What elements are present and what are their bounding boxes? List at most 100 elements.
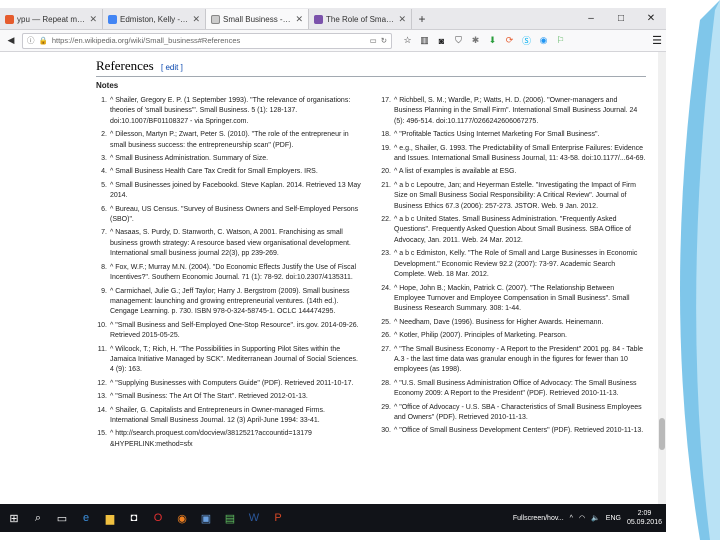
reference-text[interactable]: ^ Shailer, Gregory E. P. (1 September 19… xyxy=(110,96,362,127)
scrollbar[interactable] xyxy=(658,52,666,504)
references-heading: References [ edit ] xyxy=(96,58,646,77)
reference-number: 10. xyxy=(97,321,107,329)
reference-number: 7. xyxy=(101,229,107,237)
language-indicator[interactable]: ENG xyxy=(606,515,621,522)
app-icon[interactable]: ▤ xyxy=(220,508,240,528)
tab-1[interactable]: Edmiston, Kelly - The Role... ✕ xyxy=(103,9,206,29)
reference-text[interactable]: ^ Nasaas, S. Purdy, D. Stanworth, C. Wat… xyxy=(110,228,362,259)
close-button[interactable]: ✕ xyxy=(636,8,666,29)
menu-icon[interactable]: ☰ xyxy=(652,34,662,47)
reference-item: 28. ^ "U.S. Small Business Administration… xyxy=(380,379,646,400)
volume-icon[interactable]: 🔈 xyxy=(591,514,600,522)
reference-number: 14. xyxy=(97,406,107,414)
references-left-column: 1. ^ Shailer, Gregory E. P. (1 September … xyxy=(96,96,362,453)
library-icon[interactable]: ▥ xyxy=(419,35,430,46)
edit-section-link[interactable]: [ edit ] xyxy=(161,63,183,72)
info-icon[interactable]: ⓘ xyxy=(27,35,35,46)
translate-icon[interactable]: ⚐ xyxy=(555,35,566,46)
reference-text[interactable]: ^ Carmichael, Julie G.; Jeff Taylor; Har… xyxy=(110,287,362,318)
opera-icon[interactable]: O xyxy=(148,508,168,528)
reference-text[interactable]: ^ "Office of Small Business Development … xyxy=(394,426,646,436)
reload-icon[interactable]: ↻ xyxy=(381,36,387,45)
reference-text[interactable]: ^ e.g., Shailer, G. 1993. The Predictabi… xyxy=(394,144,646,165)
reference-list: 17. ^ Richbell, S. M.; Wardle, P.; Watts,… xyxy=(380,96,646,437)
scrollbar-thumb[interactable] xyxy=(659,418,665,450)
reference-text[interactable]: ^ "U.S. Small Business Administration Of… xyxy=(394,379,646,400)
reference-text[interactable]: ^ "The Small Business Economy - A Report… xyxy=(394,345,646,376)
sync-icon[interactable]: ⟳ xyxy=(504,35,515,46)
clock[interactable]: 2:09 05.09.2016 xyxy=(627,509,662,527)
reference-item: 17. ^ Richbell, S. M.; Wardle, P.; Watts,… xyxy=(380,96,646,127)
shield-icon[interactable]: ⛉ xyxy=(453,35,464,46)
reference-item: 18. ^ "Profitable Tactics Using Internet … xyxy=(380,130,646,140)
search-icon[interactable]: ⌕ xyxy=(28,508,48,528)
windows-icon[interactable]: ⊞ xyxy=(4,508,24,528)
reference-text[interactable]: ^ Needham, Dave (1996). Business for Hig… xyxy=(394,318,646,328)
reference-item: 4. ^ Small Business Health Care Tax Credi… xyxy=(96,167,362,177)
bookmark-star-icon[interactable]: ☆ xyxy=(402,35,413,46)
tab-2[interactable]: Small Business - Wikiped... ✕ xyxy=(206,9,309,29)
tab-close-icon[interactable]: ✕ xyxy=(89,14,97,25)
reference-text[interactable]: ^ a b c Edmiston, Kelly. "The Role of Sm… xyxy=(394,249,646,280)
reference-list: 1. ^ Shailer, Gregory E. P. (1 September … xyxy=(96,96,362,450)
system-tray: Fullscreen/hov... ^ ◠ 🔈 ENG 2:09 05.09.2… xyxy=(513,509,662,527)
file-explorer-icon[interactable]: ▆ xyxy=(100,508,120,528)
reference-item: 26. ^ Kotler, Philip (2007). Principles o… xyxy=(380,331,646,341)
reference-text[interactable]: ^ Dilesson, Martyn P.; Zwart, Peter S. (… xyxy=(110,130,362,151)
screenshot-icon[interactable]: ◉ xyxy=(538,35,549,46)
reference-text[interactable]: ^ Bureau, US Census. "Survey of Business… xyxy=(110,205,362,226)
url-bar[interactable]: ⓘ 🔒 https://en.wikipedia.org/wiki/Small_… xyxy=(22,32,392,49)
firefox-icon[interactable]: ◉ xyxy=(172,508,192,528)
reference-text[interactable]: ^ "Office of Advocacy - U.S. SBA - Chara… xyxy=(394,403,646,424)
reference-item: 15. ^ http://search.proquest.com/docview/… xyxy=(96,429,362,450)
app-icon[interactable]: ▣ xyxy=(196,508,216,528)
reference-text[interactable]: ^ "Small Business: The Art Of The Start"… xyxy=(110,392,362,402)
notes-label: Notes xyxy=(96,81,119,90)
word-icon[interactable]: W xyxy=(244,508,264,528)
references-heading-text: References xyxy=(96,58,154,73)
chevron-up-icon[interactable]: ^ xyxy=(570,515,573,522)
minimize-button[interactable]: – xyxy=(576,8,606,29)
download-icon[interactable]: ⬇ xyxy=(487,35,498,46)
clock-date: 05.09.2016 xyxy=(626,519,662,526)
reference-text[interactable]: ^ Small Business Health Care Tax Credit … xyxy=(110,167,362,177)
reference-number: 30. xyxy=(381,427,391,435)
reader-view-icon[interactable]: ▭ xyxy=(370,36,377,45)
tab-close-icon[interactable]: ✕ xyxy=(398,14,406,25)
edge-icon[interactable]: e xyxy=(76,508,96,528)
reference-number: 17. xyxy=(381,97,391,104)
reference-text[interactable]: ^ A list of examples is available at ESG… xyxy=(394,167,646,177)
reference-number: 25. xyxy=(381,318,391,326)
reference-text[interactable]: ^ a b c Lepoutre, Jan; and Heyerman Este… xyxy=(394,181,646,212)
task-view-icon[interactable]: ▭ xyxy=(52,508,72,528)
tab-title: The Role of Small and La... xyxy=(326,14,395,24)
reference-text[interactable]: ^ Fox, W.F.; Murray M.N. (2004). "Do Eco… xyxy=(110,263,362,284)
tab-3[interactable]: The Role of Small and La... ✕ xyxy=(309,9,412,29)
maximize-button[interactable]: □ xyxy=(606,8,636,29)
back-arrow-icon[interactable]: ◀ xyxy=(4,35,18,46)
tab-0[interactable]: ypu — Repeat measures... ✕ xyxy=(0,9,103,29)
skype-icon[interactable]: Ⓢ xyxy=(521,34,532,47)
reference-item: 24. ^ Hope, John B.; Mackin, Patrick C. (… xyxy=(380,284,646,315)
reference-text[interactable]: ^ Shailer, G. Capitalists and Entreprene… xyxy=(110,406,362,427)
new-tab-button[interactable]: + xyxy=(412,9,432,29)
reference-text[interactable]: ^ a b c United States. Small Business Ad… xyxy=(394,215,646,246)
addon-icon[interactable]: ✱ xyxy=(470,35,481,46)
store-icon[interactable]: ◘ xyxy=(124,508,144,528)
tab-close-icon[interactable]: ✕ xyxy=(295,14,303,25)
reference-text[interactable]: ^ "Small Business and Self-Employed One-… xyxy=(110,321,362,342)
reference-text[interactable]: ^ "Supplying Businesses with Computers G… xyxy=(110,379,362,389)
network-icon[interactable]: ◠ xyxy=(579,514,585,522)
tray-app-text[interactable]: Fullscreen/hov... xyxy=(513,515,564,522)
tab-close-icon[interactable]: ✕ xyxy=(192,14,200,25)
reference-text[interactable]: ^ Small Businesses joined by Facebookd. … xyxy=(110,181,362,202)
reference-text[interactable]: ^ Richbell, S. M.; Wardle, P.; Watts, H.… xyxy=(394,96,646,127)
reference-text[interactable]: ^ http://search.proquest.com/docview/381… xyxy=(110,429,362,450)
powerpoint-icon[interactable]: P xyxy=(268,508,288,528)
pocket-icon[interactable]: ◙ xyxy=(436,36,447,46)
reference-text[interactable]: ^ Wilcock, T.; Rich, H. "The Possibiliti… xyxy=(110,345,362,376)
reference-text[interactable]: ^ "Profitable Tactics Using Internet Mar… xyxy=(394,130,646,140)
reference-text[interactable]: ^ Hope, John B.; Mackin, Patrick C. (200… xyxy=(394,284,646,315)
reference-text[interactable]: ^ Kotler, Philip (2007). Principles of M… xyxy=(394,331,646,341)
reference-text[interactable]: ^ Small Business Administration. Summary… xyxy=(110,154,362,164)
